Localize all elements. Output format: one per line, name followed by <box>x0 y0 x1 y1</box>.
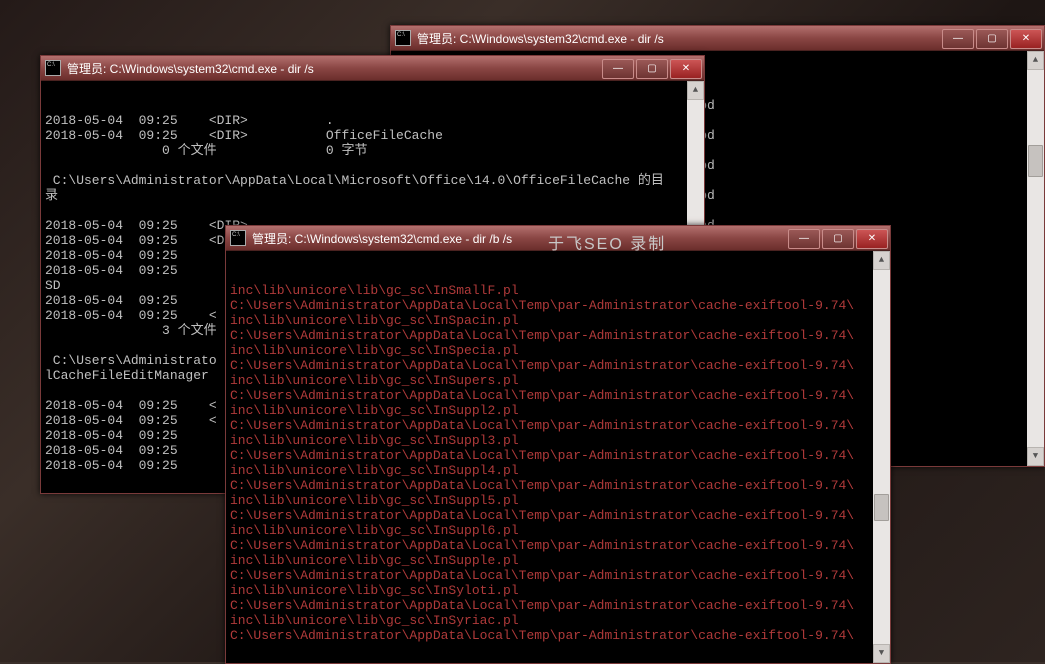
scroll-up-icon[interactable]: ▲ <box>687 81 704 100</box>
maximize-button[interactable]: ▢ <box>976 29 1008 49</box>
console-line: inc\lib\unicore\lib\gc_sc\InSupple.pl <box>230 553 886 568</box>
console-line: inc\lib\unicore\lib\gc_sc\InSyloti.pl <box>230 583 886 598</box>
console-line: C:\Users\Administrator\AppData\Local\Tem… <box>230 298 886 313</box>
window-title: 管理员: C:\Windows\system32\cmd.exe - dir /… <box>417 30 664 47</box>
cmd-window-2[interactable]: 管理员: C:\Windows\system32\cmd.exe - dir /… <box>225 225 891 664</box>
console-line: C:\Users\Administrator\AppData\Local\Tem… <box>230 598 886 613</box>
console-line: inc\lib\unicore\lib\gc_sc\InSuppl4.pl <box>230 463 886 478</box>
close-button[interactable]: ✕ <box>670 59 702 79</box>
minimize-button[interactable]: — <box>942 29 974 49</box>
minimize-button[interactable]: — <box>602 59 634 79</box>
console-line: inc\lib\unicore\lib\gc_sc\InSuppl2.pl <box>230 403 886 418</box>
console-line: C:\Users\Administrator\AppData\Local\Tem… <box>230 478 886 493</box>
console-line: C:\Users\Administrator\AppData\Local\Tem… <box>230 418 886 433</box>
console-line: C:\Users\Administrator\AppData\Local\Tem… <box>230 358 886 373</box>
console-line: C:\Users\Administrator\AppData\Local\Tem… <box>230 448 886 463</box>
console-line: C:\Users\Administrator\AppData\Local\Tem… <box>230 388 886 403</box>
console-line: 2018-05-04 09:25 <DIR> OfficeFileCache <box>45 128 700 143</box>
console-line: C:\Users\Administrator\AppData\Local\Tem… <box>230 538 886 553</box>
console-line <box>45 203 700 218</box>
console-line: 0 个文件 0 字节 <box>45 143 700 158</box>
scrollbar[interactable]: ▲ ▼ <box>873 251 890 663</box>
minimize-button[interactable]: — <box>788 229 820 249</box>
console-line: inc\lib\unicore\lib\gc_sc\InSupers.pl <box>230 373 886 388</box>
console-line: C:\Users\Administrator\AppData\Local\Tem… <box>230 568 886 583</box>
titlebar-2[interactable]: 管理员: C:\Windows\system32\cmd.exe - dir /… <box>226 226 890 251</box>
scroll-down-icon[interactable]: ▼ <box>1027 447 1044 466</box>
cmd-icon <box>230 230 246 246</box>
console-line: 录 <box>45 188 700 203</box>
console-line: C:\Users\Administrator\AppData\Local\Tem… <box>230 328 886 343</box>
scrollbar[interactable]: ▲ ▼ <box>1027 51 1044 466</box>
cmd-icon <box>45 60 61 76</box>
cmd-icon <box>395 30 411 46</box>
console-line: inc\lib\unicore\lib\gc_sc\InSuppl6.pl <box>230 523 886 538</box>
scroll-thumb[interactable] <box>874 494 889 521</box>
console-line: inc\lib\unicore\lib\gc_sc\InSpacin.pl <box>230 313 886 328</box>
close-button[interactable]: ✕ <box>1010 29 1042 49</box>
console-line: inc\lib\unicore\lib\gc_sc\InSuppl3.pl <box>230 433 886 448</box>
console-line <box>45 158 700 173</box>
maximize-button[interactable]: ▢ <box>636 59 668 79</box>
scroll-thumb[interactable] <box>1028 145 1043 177</box>
window-title: 管理员: C:\Windows\system32\cmd.exe - dir /… <box>252 230 512 247</box>
scroll-down-icon[interactable]: ▼ <box>873 644 890 663</box>
close-button[interactable]: ✕ <box>856 229 888 249</box>
scroll-up-icon[interactable]: ▲ <box>1027 51 1044 70</box>
titlebar-1[interactable]: 管理员: C:\Windows\system32\cmd.exe - dir /… <box>41 56 704 81</box>
maximize-button[interactable]: ▢ <box>822 229 854 249</box>
console-line: C:\Users\Administrator\AppData\Local\Mic… <box>45 173 700 188</box>
console-line: inc\lib\unicore\lib\gc_sc\InSuppl5.pl <box>230 493 886 508</box>
titlebar-3[interactable]: 管理员: C:\Windows\system32\cmd.exe - dir /… <box>391 26 1044 51</box>
scroll-up-icon[interactable]: ▲ <box>873 251 890 270</box>
console-output-2[interactable]: inc\lib\unicore\lib\gc_sc\InSmallF.plC:\… <box>226 251 890 663</box>
console-line: inc\lib\unicore\lib\gc_sc\InSpecia.pl <box>230 343 886 358</box>
console-line: 2018-05-04 09:25 <DIR> . <box>45 113 700 128</box>
window-title: 管理员: C:\Windows\system32\cmd.exe - dir /… <box>67 60 314 77</box>
console-line: C:\Users\Administrator\AppData\Local\Tem… <box>230 628 886 643</box>
console-line: C:\Users\Administrator\AppData\Local\Tem… <box>230 508 886 523</box>
console-line: inc\lib\unicore\lib\gc_sc\InSmallF.pl <box>230 283 886 298</box>
console-line: inc\lib\unicore\lib\gc_sc\InSyriac.pl <box>230 613 886 628</box>
